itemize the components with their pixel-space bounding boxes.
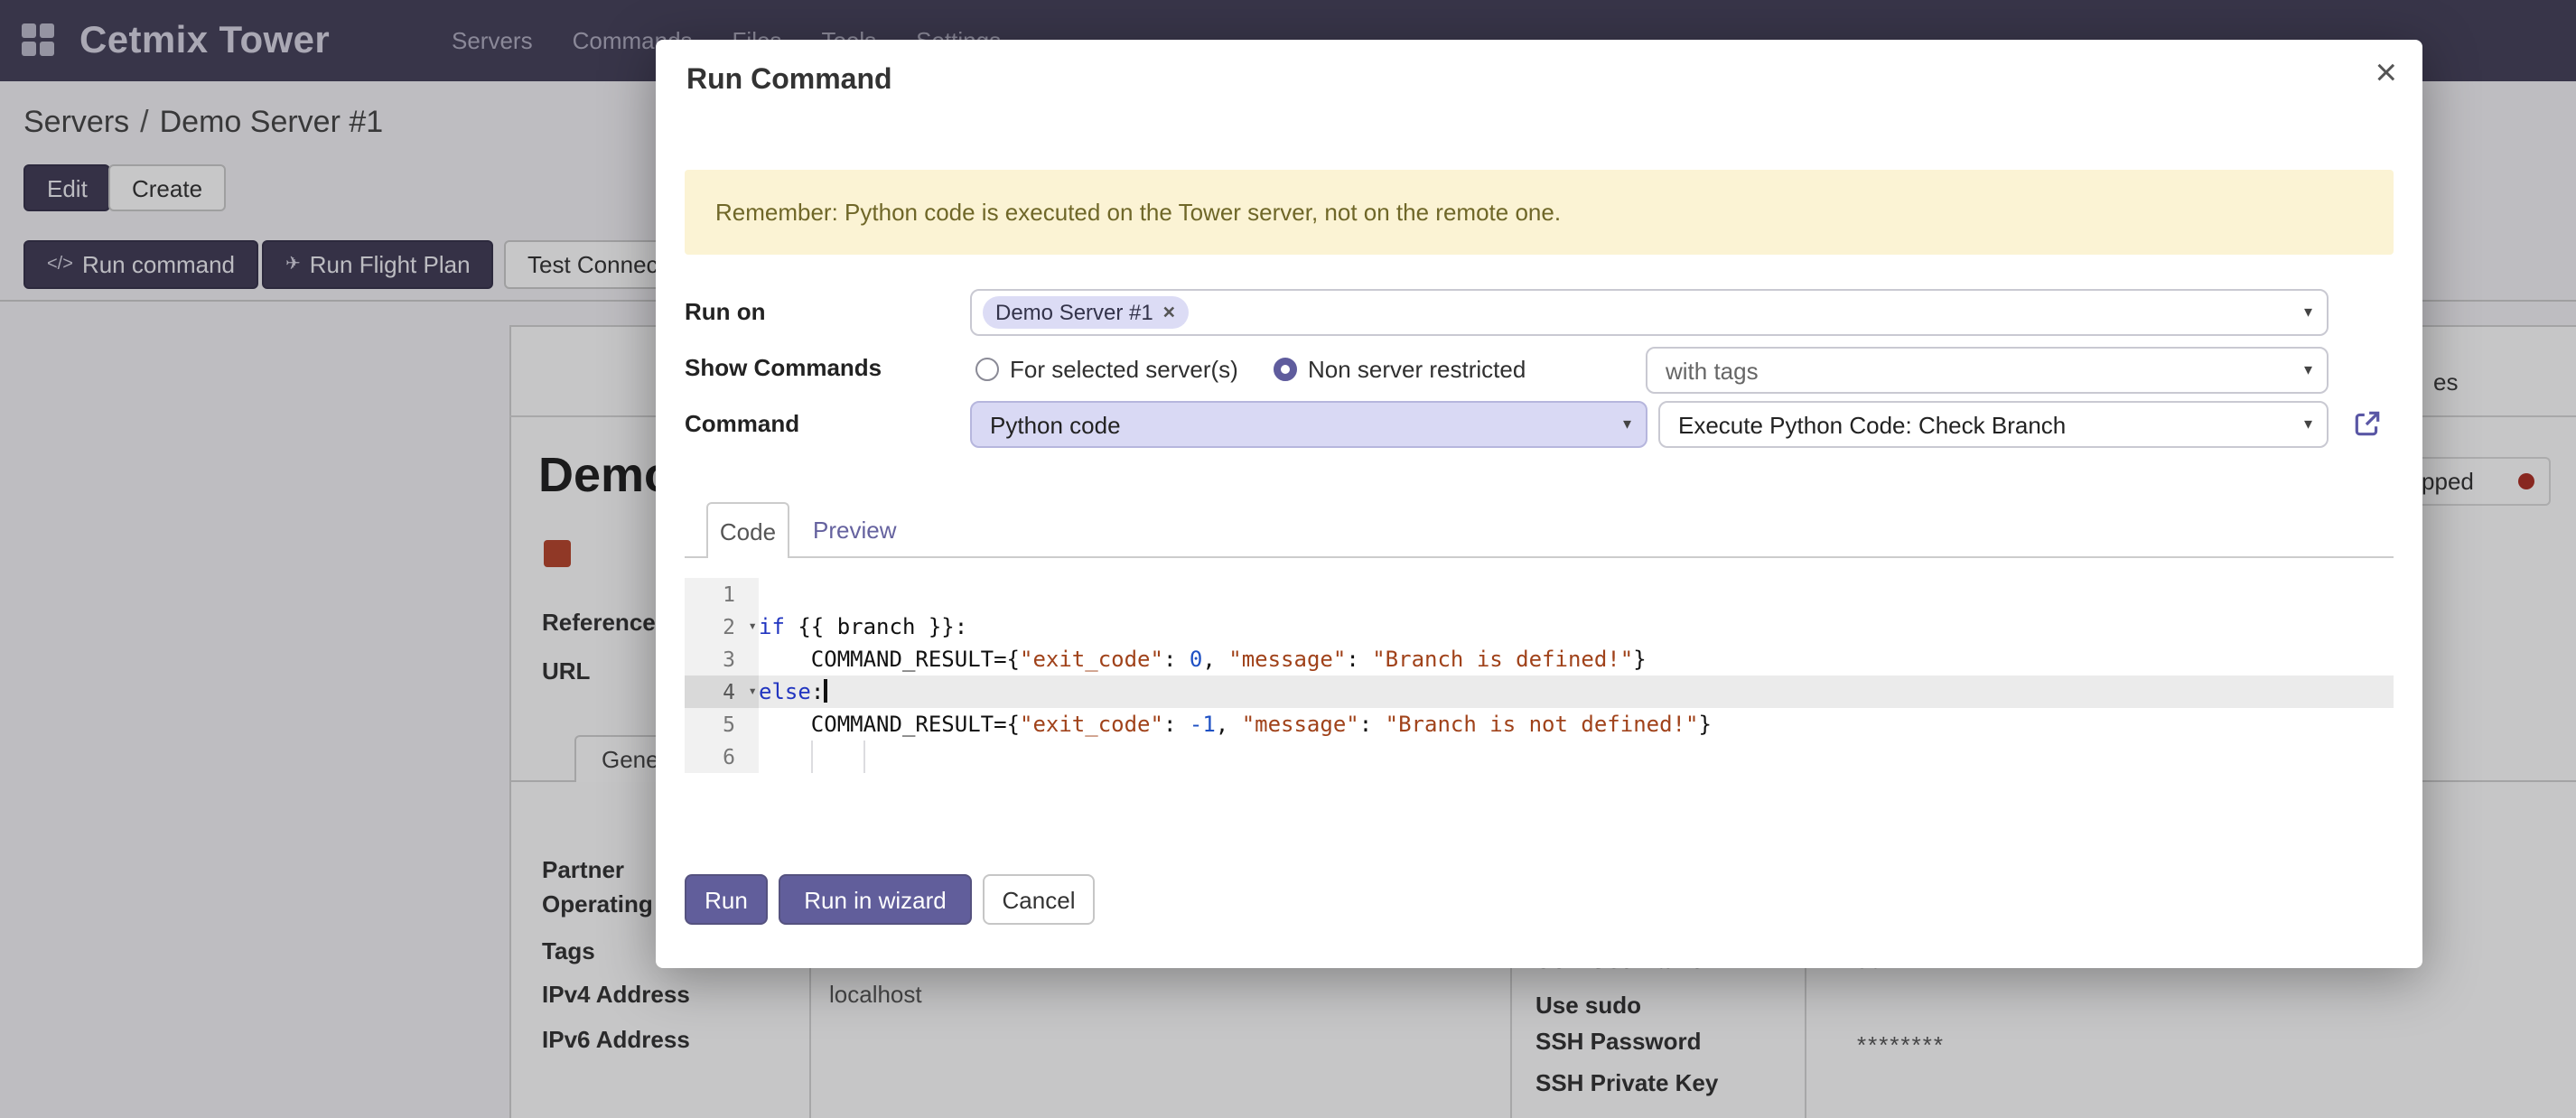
with-tags-select[interactable]: with tags ▾ [1646,347,2329,394]
line-number: 3 [685,643,759,675]
radio-non-server-restricted-label[interactable]: Non server restricted [1308,356,1526,383]
radio-non-server-restricted[interactable] [1274,358,1297,381]
command-language-select[interactable]: Python code ▾ [970,401,1647,448]
code-line-content[interactable] [759,741,2394,773]
code-line-content[interactable]: COMMAND_RESULT={"exit_code": 0, "message… [759,643,2394,675]
cancel-button[interactable]: Cancel [983,874,1095,925]
screen: Cetmix Tower ServersCommandsFilesToolsSe… [0,0,2576,1118]
line-number: 1 [685,578,759,610]
warning-banner: Remember: Python code is executed on the… [685,170,2394,255]
code-line-content[interactable]: else: [759,675,2394,708]
code-editor[interactable]: 12▾if {{ branch }}:3 COMMAND_RESULT={"ex… [685,578,2394,773]
show-commands-label: Show Commands [685,354,882,381]
editor-line-4[interactable]: 4▾else: [685,675,2394,708]
line-number: 6 [685,741,759,773]
tab-code[interactable]: Code [706,502,789,558]
chevron-down-icon: ▾ [2304,360,2312,380]
command-label: Command [685,410,799,437]
indent-guide [811,741,813,773]
run-on-select[interactable]: Demo Server #1 ✕ ▾ [970,289,2329,336]
line-number: 2▾ [685,610,759,643]
run-button[interactable]: Run [685,874,768,925]
command-select[interactable]: Execute Python Code: Check Branch ▾ [1658,401,2329,448]
editor-line-1[interactable]: 1 [685,578,2394,610]
code-line-content[interactable]: if {{ branch }}: [759,610,2394,643]
command-select-value: Execute Python Code: Check Branch [1678,411,2066,438]
command-language-value: Python code [990,411,1121,438]
tab-preview[interactable]: Preview [813,502,897,556]
text-cursor [824,679,826,703]
server-tag-chip[interactable]: Demo Server #1 ✕ [983,296,1189,329]
indent-guide [863,741,865,773]
chip-remove-icon[interactable]: ✕ [1162,303,1176,322]
close-icon[interactable]: × [2375,54,2397,92]
editor-line-3[interactable]: 3 COMMAND_RESULT={"exit_code": 0, "messa… [685,643,2394,675]
fold-arrow-icon[interactable]: ▾ [748,675,757,708]
warning-text: Remember: Python code is executed on the… [715,199,1561,226]
run-in-wizard-button[interactable]: Run in wizard [779,874,972,925]
editor-line-5[interactable]: 5 COMMAND_RESULT={"exit_code": -1, "mess… [685,708,2394,741]
with-tags-placeholder: with tags [1666,357,1759,384]
server-tag-label: Demo Server #1 [995,300,1153,325]
chevron-down-icon: ▾ [2304,303,2312,322]
code-line-content[interactable] [759,578,2394,610]
radio-selected-servers[interactable] [975,358,999,381]
chevron-down-icon: ▾ [1623,415,1631,434]
radio-selected-servers-label[interactable]: For selected server(s) [1010,356,1238,383]
tabs-divider [685,556,2394,558]
code-line-content[interactable]: COMMAND_RESULT={"exit_code": -1, "messag… [759,708,2394,741]
line-number: 4▾ [685,675,759,708]
external-link-icon[interactable] [2352,408,2383,439]
modal-title: Run Command [686,65,892,98]
run-on-label: Run on [685,298,766,325]
editor-line-2[interactable]: 2▾if {{ branch }}: [685,610,2394,643]
fold-arrow-icon[interactable]: ▾ [748,610,757,643]
line-number: 5 [685,708,759,741]
editor-line-6[interactable]: 6 [685,741,2394,773]
run-command-modal: Run Command × Remember: Python code is e… [656,40,2422,968]
chevron-down-icon: ▾ [2304,415,2312,434]
